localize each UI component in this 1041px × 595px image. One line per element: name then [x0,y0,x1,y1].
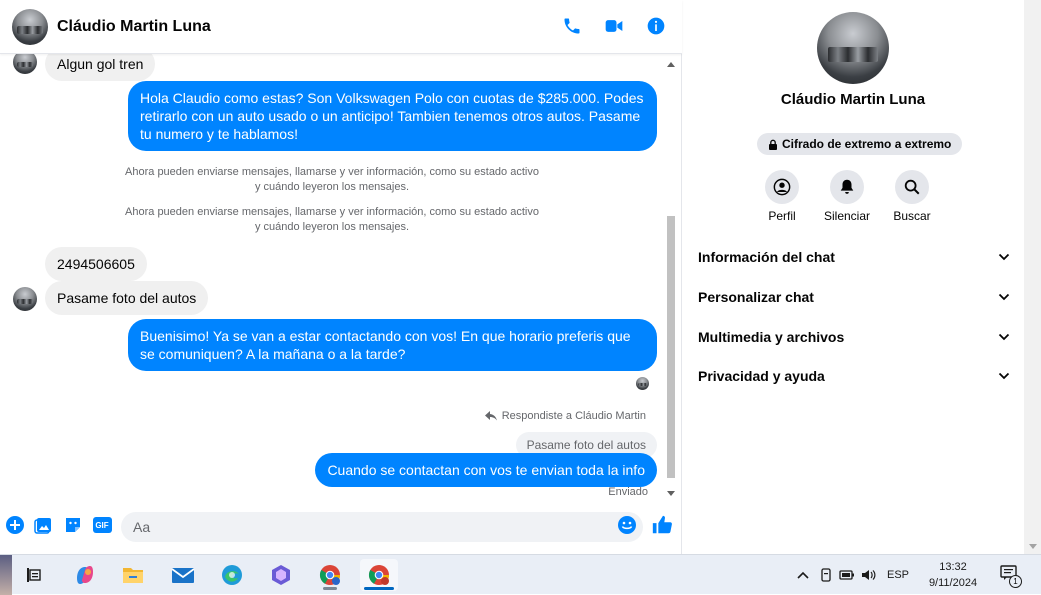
profile-icon [765,170,799,204]
messenger-window: Cláudio Martin Luna Algun gol tren Hola … [0,0,1041,554]
message-outgoing[interactable]: Hola Claudio como estas? Son Volkswagen … [128,81,657,151]
reply-note: Respondiste a Cláudio Martin [484,410,646,422]
mute-label: Silenciar [823,209,871,223]
chrome-profile-icon[interactable] [360,559,398,591]
contact-avatar[interactable] [12,8,48,45]
search-label: Buscar [893,209,931,223]
scroll-down-arrow[interactable] [1029,544,1037,549]
profile-button[interactable]: Perfil [765,170,799,223]
sender-avatar[interactable] [13,54,37,74]
composer: GIF [0,506,682,550]
section-customize-chat[interactable]: Personalizar chat [698,278,1010,316]
mute-button[interactable]: Silenciar [824,170,870,223]
widgets-strip[interactable] [0,555,12,595]
header-actions [560,14,668,38]
section-privacy-help[interactable]: Privacidad y ayuda [698,357,1010,395]
system-message: Ahora pueden enviarse mensajes, llamarse… [112,165,552,195]
emoji-icon[interactable] [616,514,638,536]
scroll-down-arrow[interactable] [667,491,675,496]
search-button[interactable]: Buscar [893,170,931,223]
plus-icon[interactable] [4,514,26,536]
search-icon [895,170,929,204]
contact-name[interactable]: Cláudio Martin Luna [57,18,211,36]
profile-actions: Perfil Silenciar Buscar [765,170,931,223]
clock[interactable]: 13:32 9/11/2024 [923,559,983,591]
copilot-icon[interactable] [66,559,104,591]
section-label: Privacidad y ayuda [698,368,825,384]
system-message-line: y cuándo leyeron los mensajes. [254,221,410,233]
chevron-down-icon [998,372,1010,380]
system-message-line: y cuándo leyeron los mensajes. [254,181,410,193]
gif-label: GIF [92,517,112,533]
notification-badge: 1 [1009,575,1022,588]
device-icon[interactable] [819,567,833,583]
page-scrollbar[interactable] [1024,0,1041,554]
bell-icon [830,170,864,204]
video-icon[interactable] [602,14,626,38]
message-outgoing[interactable]: Buenisimo! Ya se van a estar contactando… [128,319,657,371]
chat-header: Cláudio Martin Luna [0,0,682,54]
section-media-files[interactable]: Multimedia y archivos [698,318,1010,356]
section-label: Personalizar chat [698,289,814,305]
message-incoming[interactable]: Pasame foto del autos [45,281,209,315]
edge-icon[interactable] [213,559,251,591]
conversation-info-panel: Cláudio Martin Luna Cifrado de extremo a… [683,0,1023,554]
chevron-down-icon [998,333,1010,341]
chrome-icon[interactable] [311,559,349,591]
system-message-line: Ahora pueden enviarse mensajes, llamarse… [125,166,539,178]
profile-name: Cláudio Martin Luna [780,91,926,108]
gif-icon[interactable]: GIF [91,514,113,536]
section-chat-info[interactable]: Información del chat [698,238,1010,276]
like-icon[interactable] [651,514,673,536]
message-scrollbar[interactable] [665,58,677,498]
language-indicator[interactable]: ESP [887,569,909,581]
scroll-up-arrow[interactable] [667,62,675,67]
encryption-badge[interactable]: Cifrado de extremo a extremo [757,133,963,155]
system-tray: ESP [796,555,909,595]
image-icon[interactable] [33,514,55,536]
message-input[interactable] [121,512,601,542]
mail-icon[interactable] [164,559,202,591]
system-message-line: Ahora pueden enviarse mensajes, llamarse… [125,206,539,218]
message-list[interactable]: Algun gol tren Hola Claudio como estas? … [0,54,682,500]
profile-label: Perfil [768,209,796,223]
notification-icon[interactable]: 1 [1000,565,1022,588]
sticker-icon[interactable] [62,514,84,536]
message-incoming[interactable]: 2494506605 [45,247,147,281]
read-receipt-avatar [636,377,649,390]
sender-avatar[interactable] [13,287,37,311]
chevron-down-icon [998,253,1010,261]
message-incoming[interactable]: Algun gol tren [45,54,156,81]
scroll-thumb[interactable] [667,216,675,478]
section-label: Multimedia y archivos [698,329,845,345]
reply-note-text: Respondiste a Cláudio Martin [501,410,646,422]
chat-pane: Cláudio Martin Luna Algun gol tren Hola … [0,0,682,554]
profile-avatar[interactable] [817,12,889,84]
chevron-down-icon [998,293,1010,301]
volume-icon[interactable] [861,568,877,582]
clock-time: 13:32 [939,561,967,573]
reply-icon [484,411,497,421]
message-status: Enviado [608,486,648,498]
system-message: Ahora pueden enviarse mensajes, llamarse… [112,205,552,235]
lock-icon [769,139,777,150]
file-explorer-icon[interactable] [114,559,152,591]
clock-date: 9/11/2024 [928,577,978,589]
message-outgoing[interactable]: Cuando se contactan con vos te envian to… [315,453,657,487]
task-view-icon[interactable] [16,559,54,591]
phone-icon[interactable] [560,14,584,38]
taskbar: ESP 13:32 9/11/2024 1 [0,554,1041,595]
chevron-up-icon[interactable] [796,570,810,580]
info-icon[interactable] [644,14,668,38]
copilot-app-icon[interactable] [262,559,300,591]
encryption-label: Cifrado de extremo a extremo [782,137,952,151]
section-label: Información del chat [698,249,835,265]
message-input-wrap [121,512,643,542]
battery-icon[interactable] [839,568,855,582]
